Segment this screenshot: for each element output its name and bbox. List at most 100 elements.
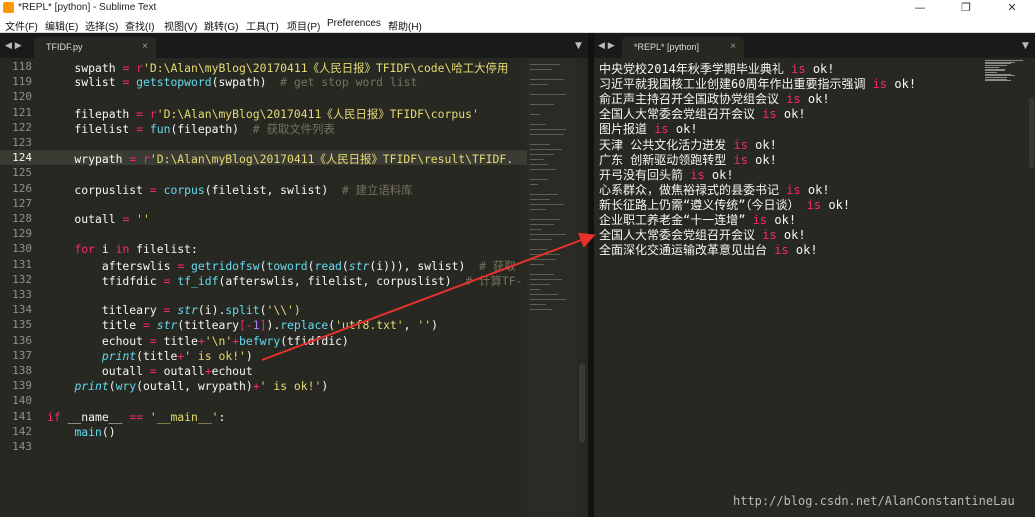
repl-status-text: is ok! [690, 167, 734, 182]
minimap-line [530, 159, 544, 160]
code-line[interactable]: filelist = fun(filepath) # 获取文件列表 [47, 121, 334, 137]
minimap-line [530, 279, 562, 280]
tab-close-icon[interactable]: × [730, 41, 736, 52]
minimap-line [530, 289, 540, 290]
repl-scrollbar[interactable] [1029, 98, 1034, 168]
menu-selection[interactable]: 选择(S) [85, 18, 118, 33]
repl-output-line: 全面深化交通运输改革意见出台 is ok! [599, 241, 818, 258]
minimap-line [530, 114, 540, 115]
code-line[interactable]: print(wry(outall, wrypath)+' is ok!') [47, 379, 328, 393]
code-line[interactable]: wrypath = r'D:\Alan\myBlog\20170411《人民日报… [47, 151, 513, 167]
editor-pane[interactable]: 118 119 120 121 122 123 124 125 126 127 128 129 130 1… [0, 58, 588, 517]
tab-nav-arrows[interactable]: ◀ ▶ [598, 41, 615, 51]
repl-title-text: 新长征路上仍需“遵义传统”（今日谈） [599, 197, 800, 212]
line-number: 138 [12, 364, 32, 377]
code-line[interactable]: for i in filelist: [47, 242, 197, 256]
line-number: 123 [12, 136, 32, 149]
minimap-line [530, 154, 554, 155]
repl-pane[interactable]: 中央党校2014年秋季学期毕业典礼 is ok! 习近平就我国核工业创建60周年作… [594, 58, 1035, 517]
minimap-line [530, 304, 546, 305]
repl-tabbar: ◀ ▶ *REPL* [python] × ▼ [594, 33, 1035, 58]
minimap-line [530, 224, 554, 225]
code-line[interactable]: swpath = r'D:\Alan\myBlog\20170411《人民日报》… [47, 60, 508, 76]
repl-status-text: is ok! [774, 243, 818, 258]
code-line[interactable]: title = str(titleary[-1]).replace('utf8.… [47, 318, 438, 332]
code-line[interactable]: tfidfdic = tf_idf(afterswlis, filelist, … [47, 273, 523, 289]
minimap-line [530, 229, 542, 230]
minimap-line [530, 79, 564, 80]
minimap-line [530, 209, 546, 210]
minimap-line [530, 94, 566, 95]
menu-goto[interactable]: 跳转(G) [204, 18, 238, 33]
code-line[interactable]: echout = title+'\n'+befwry(tfidfdic) [47, 334, 349, 348]
tab-close-icon[interactable]: × [142, 41, 148, 52]
window-titlebar: *REPL* [python] - Sublime Text — ❐ ✕ [0, 0, 1035, 16]
line-number: 136 [12, 333, 32, 347]
menu-preferences[interactable]: Preferences [327, 18, 381, 29]
line-number: 141 [12, 409, 32, 423]
repl-status-text: is ok! [806, 197, 851, 212]
menu-edit[interactable]: 编辑(E) [45, 18, 78, 33]
minimap-line [530, 164, 548, 165]
minimap-line [985, 80, 1011, 82]
minimap[interactable] [527, 58, 577, 517]
menu-find[interactable]: 查找(I) [125, 18, 154, 33]
code-line[interactable]: outall = '' [47, 212, 149, 226]
maximize-button[interactable]: ❐ [943, 0, 989, 16]
minimap-line [530, 124, 546, 125]
minimize-button[interactable]: — [897, 0, 943, 16]
minimap-line [530, 184, 538, 185]
code-line[interactable]: if __name__ == '__main__': [47, 410, 225, 424]
repl-status-text: is ok! [654, 122, 698, 137]
code-line[interactable]: main() [47, 425, 115, 439]
code-line[interactable]: outall = outall+echout [47, 364, 253, 378]
line-number: 118 [12, 60, 32, 73]
tab-repl-python[interactable]: *REPL* [python] × [622, 37, 744, 58]
repl-status-text: is ok! [733, 152, 777, 167]
menu-view[interactable]: 视图(V) [164, 18, 197, 33]
close-window-button[interactable]: ✕ [989, 0, 1035, 16]
minimap-line [530, 249, 548, 250]
tab-list-dropdown[interactable]: ▼ [1022, 41, 1029, 51]
window-title: *REPL* [python] - Sublime Text [18, 2, 157, 13]
line-number: 134 [12, 303, 32, 317]
minimap-line [530, 69, 552, 70]
minimap-line [530, 194, 558, 195]
code-line[interactable]: corpuslist = corpus(filelist, swlist) # … [47, 182, 412, 198]
tab-nav-arrows[interactable]: ◀ ▶ [5, 41, 22, 51]
minimap-line [530, 234, 566, 235]
minimap-line [530, 149, 562, 150]
line-number: 142 [12, 424, 32, 438]
repl-status-text: is ok! [786, 92, 830, 107]
menu-project[interactable]: 项目(P) [287, 18, 320, 33]
code-line[interactable]: titleary = str(i).split('\\') [47, 303, 301, 317]
minimap-line [530, 169, 556, 170]
line-number: 119 [12, 75, 32, 89]
repl-title-text: 开弓没有回头箭 [599, 167, 684, 182]
line-number: 125 [12, 166, 32, 180]
minimap-line [530, 219, 560, 220]
menu-tools[interactable]: 工具(T) [246, 18, 279, 33]
code-line[interactable]: swlist = getstopword(swpath) # get stop … [47, 75, 417, 89]
repl-title-text: 心系群众，做焦裕禄式的县委书记 [599, 182, 780, 197]
repl-title-text: 全面深化交通运输改革意见出台 [599, 243, 768, 258]
line-number: 137 [12, 348, 32, 362]
menu-help[interactable]: 帮助(H) [388, 18, 422, 33]
vertical-scrollbar[interactable] [579, 363, 585, 443]
code-line[interactable]: print(title+' is ok!') [47, 349, 253, 363]
tab-label: TFIDF.py [46, 42, 83, 52]
line-number: 139 [12, 379, 32, 393]
line-number: 128 [12, 212, 32, 225]
menu-file[interactable]: 文件(F) [5, 18, 38, 33]
code-line[interactable]: filepath = r'D:\Alan\myBlog\20170411《人民日… [47, 106, 478, 122]
tab-tfidf-py[interactable]: TFIDF.py × [34, 37, 156, 58]
repl-minimap[interactable] [983, 58, 1029, 84]
repl-title-text: 图片报道 [599, 122, 648, 137]
minimap-line [530, 199, 550, 200]
tab-list-dropdown[interactable]: ▼ [575, 41, 582, 51]
code-line[interactable]: afterswlis = getridofsw(toword(read(str(… [47, 258, 516, 274]
line-number: 126 [12, 181, 32, 195]
repl-title-text: 企业职工养老金“十一连增” [599, 213, 746, 227]
repl-title-text: 全国人大常委会党组召开会议 [599, 107, 756, 122]
sublime-app-icon [3, 2, 14, 13]
